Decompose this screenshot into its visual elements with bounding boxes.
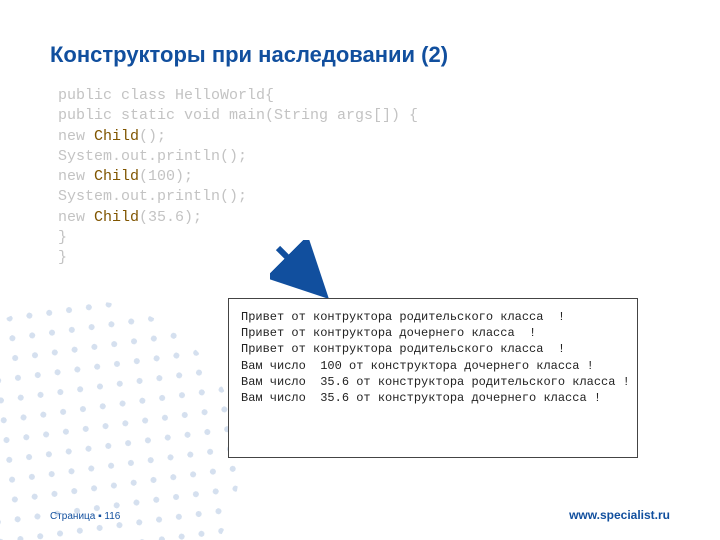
output-line: Вам число 35.6 от конструктора родительс… [241, 374, 625, 390]
code-line: System.out.println(); [58, 148, 247, 165]
code-highlight: Child [94, 168, 139, 185]
slide: Конструкторы при наследовании (2) public… [0, 0, 720, 540]
output-line: Вам число 100 от конструктора дочернего … [241, 358, 625, 374]
code-line: } [58, 229, 67, 246]
code-line: public static void main(String args[]) { [58, 107, 418, 124]
output-box: Привет от контруктора родительского клас… [228, 298, 638, 458]
site-link: www.specialist.ru [569, 508, 670, 522]
code-line: System.out.println(); [58, 188, 247, 205]
decoration-dots [0, 279, 261, 540]
code-line: (35.6); [139, 209, 202, 226]
code-line: (); [139, 128, 166, 145]
page-title: Конструкторы при наследовании (2) [50, 42, 448, 68]
output-line: Вам число 35.6 от конструктора дочернего… [241, 390, 625, 406]
code-line: (100); [139, 168, 193, 185]
output-line: Привет от контруктора родительского клас… [241, 309, 625, 325]
code-highlight: Child [94, 209, 139, 226]
code-line: } [58, 249, 67, 266]
arrow-icon [270, 240, 330, 305]
code-line: public class HelloWorld{ [58, 87, 274, 104]
page-number: Страница ▪ 116 [50, 511, 120, 522]
code-line: new [58, 168, 94, 185]
code-highlight: Child [94, 128, 139, 145]
code-block: public class HelloWorld{ public static v… [58, 86, 418, 268]
output-line: Привет от контруктора родительского клас… [241, 341, 625, 357]
output-line: Привет от контруктора дочернего класса ! [241, 325, 625, 341]
code-line: new [58, 209, 94, 226]
code-line: new [58, 128, 94, 145]
